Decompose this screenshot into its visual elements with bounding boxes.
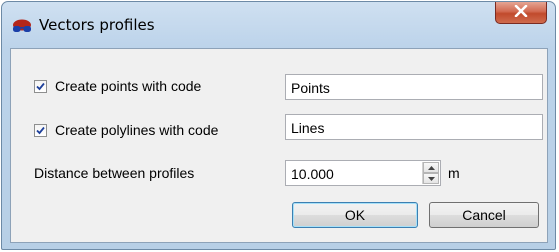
cancel-button[interactable]: Cancel: [429, 202, 539, 228]
points-code-input[interactable]: Points: [285, 74, 543, 100]
distance-label: Distance between profiles: [34, 165, 195, 181]
distance-value: 10.000: [291, 166, 334, 182]
dialog-content: Create points with code Points Create po…: [10, 48, 548, 243]
create-points-label: Create points with code: [55, 78, 202, 94]
create-points-option[interactable]: Create points with code: [34, 78, 201, 94]
ok-button[interactable]: OK: [292, 202, 418, 228]
create-points-checkbox[interactable]: [34, 79, 47, 93]
window-title: Vectors profiles: [39, 16, 155, 34]
close-icon: [514, 4, 528, 20]
chevron-down-icon: [427, 176, 435, 181]
polylines-code-input[interactable]: Lines: [285, 114, 543, 140]
create-polylines-option[interactable]: Create polylines with code: [34, 122, 218, 138]
check-icon: [36, 82, 45, 90]
create-polylines-checkbox[interactable]: [34, 123, 47, 137]
spin-up-button[interactable]: [423, 162, 439, 173]
glasses-icon: [12, 19, 32, 35]
distance-spin-buttons: [422, 162, 439, 184]
spin-down-button[interactable]: [423, 173, 439, 184]
distance-spinbox[interactable]: 10.000: [285, 160, 441, 186]
check-icon: [36, 126, 45, 134]
distance-unit: m: [448, 165, 460, 181]
close-button[interactable]: [495, 2, 547, 24]
dialog-window: Vectors profiles Create points with code…: [1, 1, 556, 250]
chevron-up-icon: [427, 165, 435, 170]
create-polylines-label: Create polylines with code: [55, 122, 219, 138]
